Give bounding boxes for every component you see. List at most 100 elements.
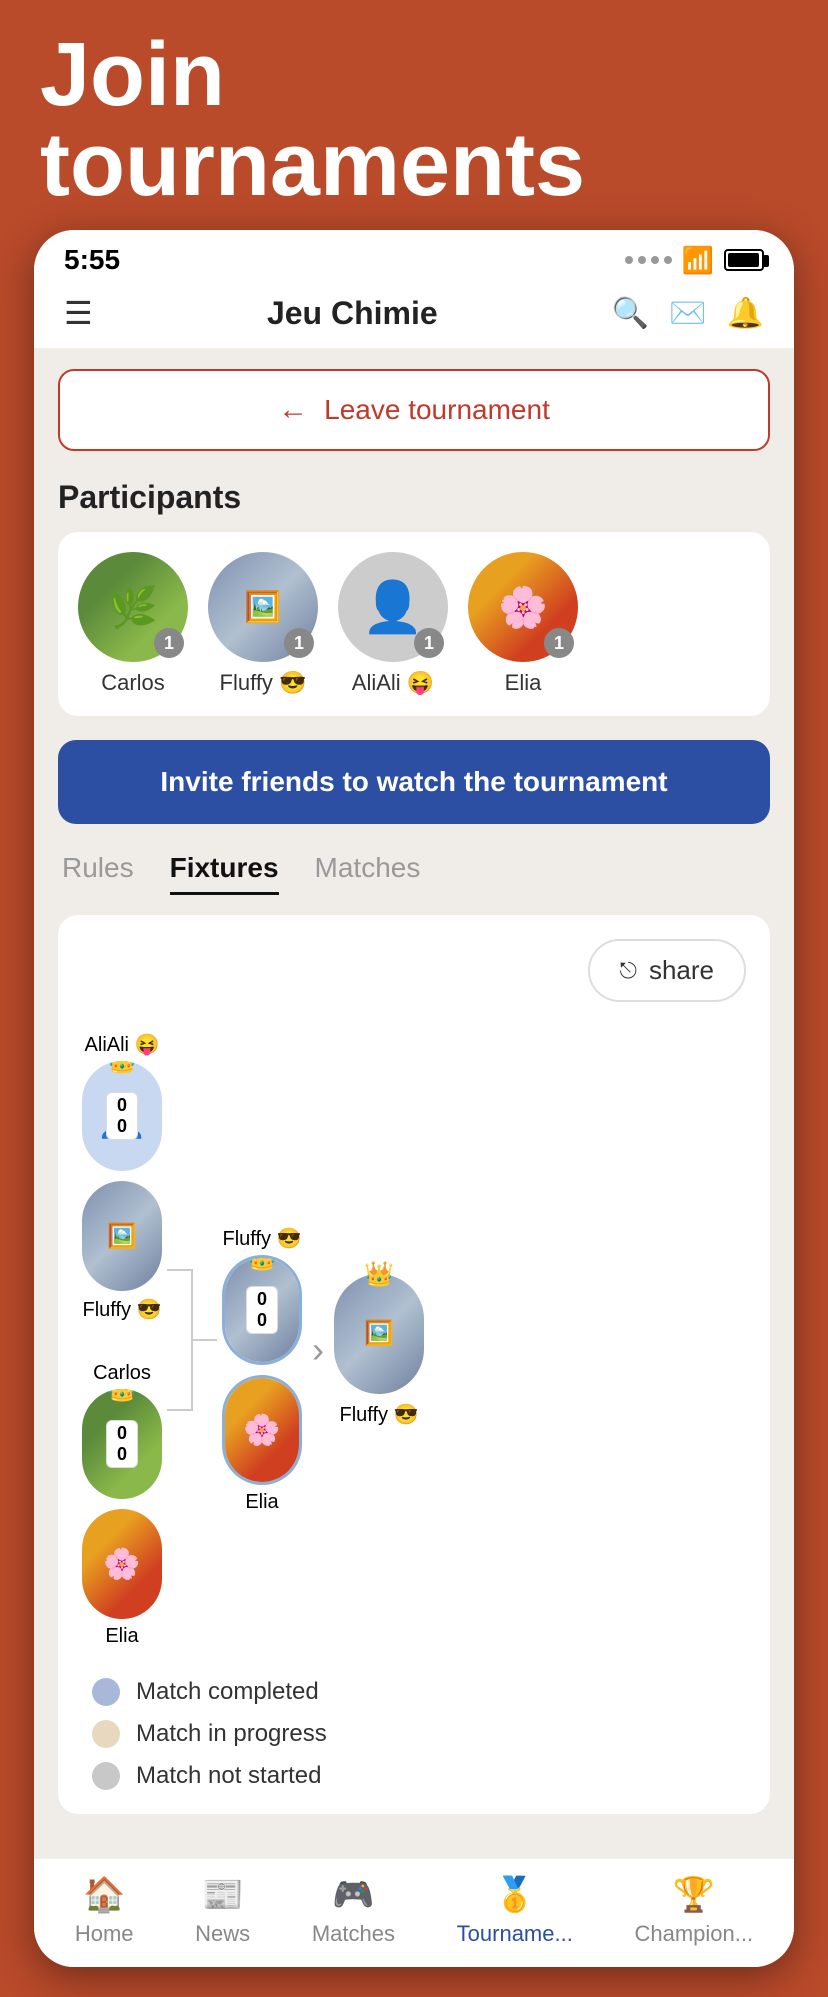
phone-frame: 5:55 📶 ☰ Jeu Chimie 🔍 ✉️ 🔔 ← (34, 230, 794, 1967)
fixtures-header: ⎋ share (82, 939, 746, 1002)
carlos-bracket-avatar: 🌿 00 👑 (82, 1389, 162, 1499)
bottom-nav: 🏠 Home 📰 News 🎮 Matches 🥇 Tourname... 🏆 … (34, 1858, 794, 1967)
bracket-semifinal: Fluffy 😎 🖼️ 00 👑 (222, 1226, 302, 1514)
participants-card: 🌿 1 Carlos 🖼️ 1 Fluffy 😎 👤 (58, 532, 770, 716)
fluffy-bracket-img1: 🖼️ (82, 1181, 162, 1291)
aliali-bracket-name: AliAli 😝 (85, 1032, 160, 1057)
share-icon: ⎋ (620, 958, 637, 984)
bracket-match1: AliAli 😝 👤 00 👑 (82, 1032, 162, 1322)
connector-svg1 (167, 1190, 217, 1490)
carlos-name: Carlos (101, 670, 165, 696)
app-title: Jeu Chimie (267, 295, 438, 332)
bell-icon[interactable]: 🔔 (727, 296, 764, 331)
share-button[interactable]: ⎋ share (588, 939, 746, 1002)
bracket-arrow: › (312, 1329, 324, 1371)
fluffy-bracket-name1: Fluffy 😎 (83, 1297, 162, 1322)
bracket-player-aliali: AliAli 😝 👤 00 👑 (82, 1032, 162, 1171)
matches-icon: 🎮 (332, 1875, 374, 1915)
nav-champion[interactable]: 🏆 Champion... (634, 1875, 753, 1947)
legend-in-progress: Match in progress (92, 1720, 746, 1748)
tab-fixtures[interactable]: Fixtures (170, 852, 279, 895)
final-avatar-img: 🖼️ (334, 1274, 424, 1394)
fluffy-name: Fluffy 😎 (220, 670, 307, 696)
nav-action-icons: 🔍 ✉️ 🔔 (612, 296, 764, 331)
legend-dot-completed (92, 1678, 120, 1706)
elia-bracket-img2: 🌸 (225, 1378, 299, 1482)
participant-fluffy: 🖼️ 1 Fluffy 😎 (208, 552, 318, 696)
legend-completed: Match completed (92, 1678, 746, 1706)
crown1-icon: 👑 (107, 1061, 137, 1076)
nav-home[interactable]: 🏠 Home (75, 1875, 134, 1947)
final-crown-icon: 👑 (364, 1260, 394, 1289)
participant-elia: 🌸 1 Elia (468, 552, 578, 696)
final-name: Fluffy 😎 (340, 1402, 419, 1427)
nav-matches-label: Matches (312, 1921, 395, 1947)
legend-label-not-started: Match not started (136, 1762, 321, 1790)
nav-champion-label: Champion... (634, 1921, 753, 1947)
match2-score: 00 (106, 1420, 138, 1468)
carlos-badge: 1 (154, 628, 184, 658)
final-avatar: 🖼️ (334, 1274, 424, 1394)
nav-matches[interactable]: 🎮 Matches (312, 1875, 395, 1947)
crown2-icon: 👑 (107, 1389, 137, 1404)
nav-home-label: Home (75, 1921, 134, 1947)
search-icon[interactable]: 🔍 (612, 296, 649, 331)
participant-aliali: 👤 1 AliAli 😝 (338, 552, 448, 696)
share-label: share (649, 955, 714, 986)
fluffy-bracket-avatar2: 🖼️ 00 👑 (222, 1255, 302, 1365)
aliali-avatar-wrap: 👤 1 (338, 552, 448, 662)
bracket-player-elia1: 🌸 Elia (82, 1509, 162, 1648)
home-icon: 🏠 (83, 1875, 125, 1915)
signal-dot-4 (664, 256, 672, 264)
match1-score: 00 (106, 1092, 138, 1140)
bracket-player-fluffy2: Fluffy 😎 🖼️ 00 👑 (222, 1226, 302, 1365)
champion-icon: 🏆 (673, 1875, 715, 1915)
banner-title: Join tournaments (40, 30, 788, 210)
status-bar: 5:55 📶 (34, 230, 794, 284)
carlos-avatar-wrap: 🌿 1 (78, 552, 188, 662)
elia-badge: 1 (544, 628, 574, 658)
banner: Join tournaments (0, 0, 828, 230)
elia-bracket-name: Elia (105, 1625, 138, 1648)
legend-dot-in-progress (92, 1720, 120, 1748)
signal-dot-1 (625, 256, 633, 264)
tournament-icon: 🥇 (494, 1875, 536, 1915)
signal-dot-3 (651, 256, 659, 264)
elia-bracket-name2: Elia (245, 1491, 278, 1514)
elia-name: Elia (505, 670, 542, 696)
nav-news[interactable]: 📰 News (195, 1875, 250, 1947)
legend-dot-not-started (92, 1762, 120, 1790)
bracket-player-fluffy1: 🖼️ Fluffy 😎 (82, 1181, 162, 1322)
tab-rules[interactable]: Rules (62, 852, 134, 895)
battery-fill (728, 253, 759, 267)
nav-tournament-label: Tourname... (457, 1921, 573, 1947)
signal-dot-2 (638, 256, 646, 264)
legend-not-started: Match not started (92, 1762, 746, 1790)
fluffy-bracket-avatar1: 🖼️ (82, 1181, 162, 1291)
battery-icon (724, 249, 764, 271)
bracket-round2: Fluffy 😎 🖼️ 00 👑 (222, 1226, 302, 1514)
elia-bracket-img: 🌸 (82, 1509, 162, 1619)
legend-label-in-progress: Match in progress (136, 1720, 327, 1748)
final-player: 👑 🖼️ (334, 1274, 424, 1394)
bracket-round1: AliAli 😝 👤 00 👑 (82, 1032, 162, 1648)
main-content: ← Leave tournament Participants 🌿 1 Carl… (34, 349, 794, 1858)
carlos-bracket-name: Carlos (93, 1362, 151, 1385)
leave-tournament-button[interactable]: ← Leave tournament (58, 369, 770, 451)
bracket-player-elia2: 🌸 Elia (222, 1375, 302, 1514)
fixtures-tabs: Rules Fixtures Matches (58, 852, 770, 895)
aliali-name: AliAli 😝 (352, 670, 434, 696)
crown3-icon: 👑 (247, 1255, 277, 1273)
nav-tournament[interactable]: 🥇 Tourname... (457, 1875, 573, 1947)
mail-icon[interactable]: ✉️ (669, 296, 706, 331)
leave-tournament-label: Leave tournament (324, 394, 550, 426)
bracket-match2: Carlos 🌿 00 👑 (82, 1362, 162, 1648)
hamburger-icon[interactable]: ☰ (64, 294, 93, 332)
elia-avatar-wrap: 🌸 1 (468, 552, 578, 662)
elia-bracket-avatar2: 🌸 (222, 1375, 302, 1485)
participants-title: Participants (58, 479, 770, 516)
fixtures-card: ⎋ share AliAli 😝 👤 (58, 915, 770, 1814)
invite-friends-button[interactable]: Invite friends to watch the tournament (58, 740, 770, 824)
tab-matches[interactable]: Matches (315, 852, 421, 895)
legend-label-completed: Match completed (136, 1678, 319, 1706)
